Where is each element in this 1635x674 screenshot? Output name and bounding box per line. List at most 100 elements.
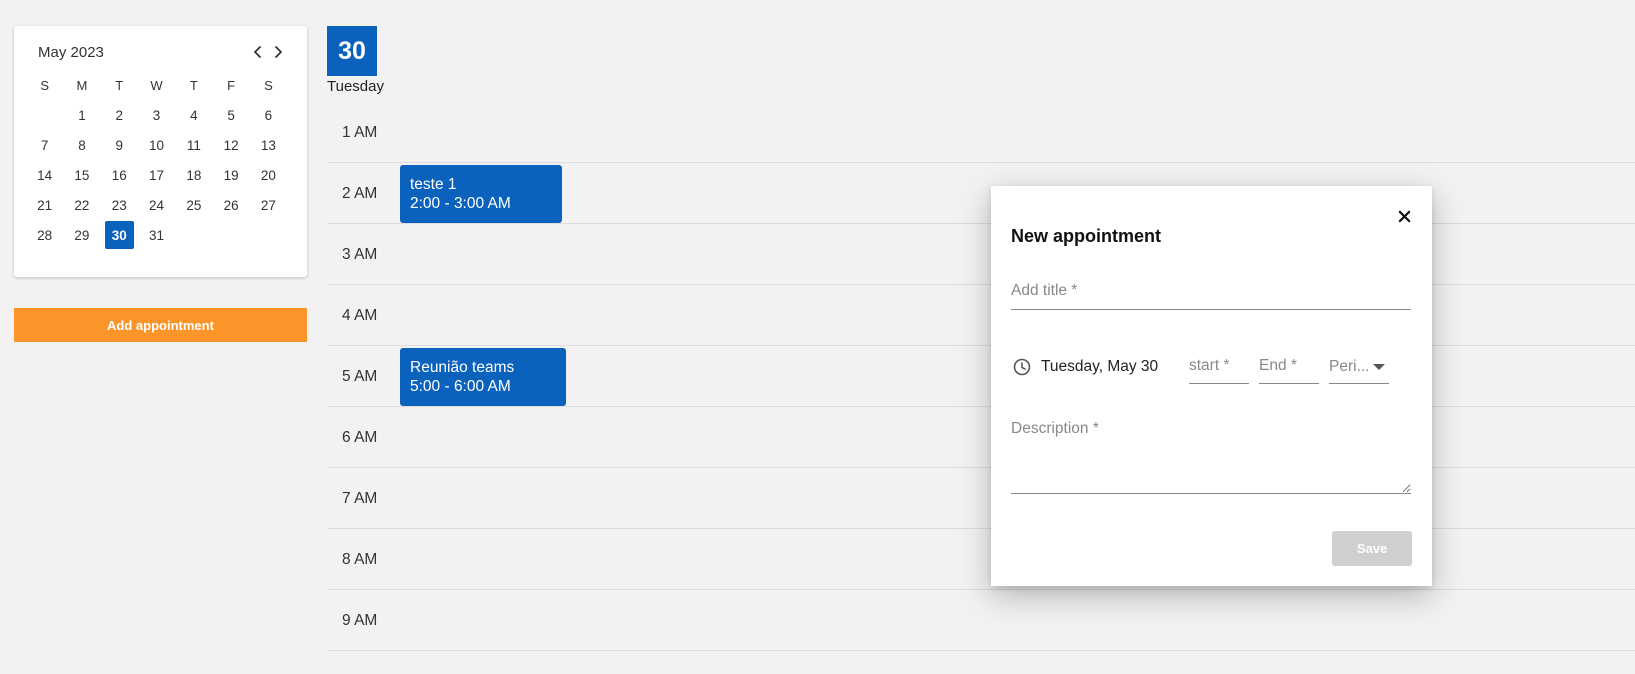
title-input[interactable] <box>1011 278 1411 310</box>
hour-label: 5 AM <box>342 368 378 385</box>
hour-label: 1 AM <box>342 124 378 141</box>
time-slot[interactable]: 8 AM <box>327 529 1635 590</box>
calendar-day[interactable]: 3 <box>138 100 175 130</box>
new-appointment-dialog: New appointment Tuesday, May 30 Peri... … <box>991 186 1432 586</box>
time-slot[interactable]: 3 AM <box>327 224 1635 285</box>
day-number-label: 8 <box>78 137 86 153</box>
calendar-day[interactable]: 21 <box>26 190 63 220</box>
calendar-day[interactable]: 15 <box>63 160 100 190</box>
calendar-day[interactable]: 5 <box>212 100 249 130</box>
day-number-label: 5 <box>227 107 235 123</box>
time-slot[interactable]: 9 AM <box>327 590 1635 651</box>
day-number-label: 4 <box>190 107 198 123</box>
day-number-label: 28 <box>37 227 53 243</box>
calendar-day[interactable]: 14 <box>26 160 63 190</box>
calendar-day[interactable]: 2 <box>101 100 138 130</box>
calendar-day[interactable]: 23 <box>101 190 138 220</box>
empty-day <box>26 100 63 130</box>
save-button[interactable]: Save <box>1332 531 1412 566</box>
appointment-card[interactable]: teste 1 2:00 - 3:00 AM <box>400 165 562 223</box>
appointment-date: Tuesday, May 30 <box>1041 358 1159 375</box>
period-placeholder: Peri... <box>1329 358 1370 375</box>
day-number-label: 3 <box>152 107 161 123</box>
appointment-card[interactable]: Reunião teams 5:00 - 6:00 AM <box>400 348 566 406</box>
mini-calendar: May 2023 S M T W T F S 1 2 3 4 5 6 7 8 9 10 11 12 13 14 15 16 1… <box>14 26 307 277</box>
empty-day <box>250 220 287 250</box>
day-number-label: 18 <box>186 167 202 183</box>
dialog-title: New appointment <box>1011 226 1162 246</box>
appointment-time: 2:00 - 3:00 AM <box>410 195 511 212</box>
calendar-day[interactable]: 7 <box>26 130 63 160</box>
day-number-label: 7 <box>40 137 49 153</box>
calendar-day[interactable]: 19 <box>212 160 249 190</box>
day-number-label: 29 <box>74 227 90 243</box>
day-number-label: 1 <box>78 107 86 123</box>
calendar-day[interactable]: 13 <box>250 130 287 160</box>
day-number-label: 24 <box>149 197 165 213</box>
weekday-label: W <box>150 77 163 93</box>
day-number[interactable]: 30 <box>327 26 377 76</box>
day-number-label: 12 <box>223 137 239 153</box>
time-slot[interactable]: 7 AM <box>327 468 1635 529</box>
period-select[interactable]: Peri... <box>1329 348 1389 384</box>
end-time-input[interactable] <box>1259 348 1319 384</box>
hour-label: 4 AM <box>342 307 378 324</box>
appointment-title: Reunião teams <box>410 359 515 376</box>
empty-day <box>212 220 249 250</box>
weekday-label: F <box>227 77 236 93</box>
day-number-label: 19 <box>223 167 239 183</box>
hour-label: 7 AM <box>342 490 378 507</box>
calendar-day[interactable]: 9 <box>101 130 138 160</box>
appointment-title: teste 1 <box>410 176 457 193</box>
calendar-day[interactable]: 8 <box>63 130 100 160</box>
day-number-label: 13 <box>260 137 276 153</box>
calendar-day[interactable]: 29 <box>63 220 100 250</box>
weekday-label: S <box>264 77 273 93</box>
day-number-label: 6 <box>264 107 273 123</box>
start-time-input[interactable] <box>1189 348 1249 384</box>
weekday-label: T <box>189 77 198 93</box>
calendar-day[interactable]: 4 <box>175 100 212 130</box>
chevron-right-icon[interactable] <box>269 43 287 61</box>
calendar-day[interactable]: 1 <box>63 100 100 130</box>
time-slot[interactable]: 4 AM <box>327 285 1635 346</box>
day-name: Tuesday <box>327 78 384 95</box>
time-slot[interactable]: 1 AM <box>327 102 1635 163</box>
calendar-day[interactable]: 28 <box>26 220 63 250</box>
calendar-day[interactable]: 24 <box>138 190 175 220</box>
chevron-left-icon[interactable] <box>249 43 267 61</box>
calendar-grid: S M T W T F S 1 2 3 4 5 6 7 8 9 10 11 12 13 14 15 16 17 18 19 20 21… <box>26 70 287 250</box>
calendar-day[interactable]: 27 <box>250 190 287 220</box>
calendar-day[interactable]: 31 <box>138 220 175 250</box>
calendar-day[interactable]: 16 <box>101 160 138 190</box>
calendar-day[interactable]: 25 <box>175 190 212 220</box>
add-appointment-button[interactable]: Add appointment <box>14 308 307 342</box>
day-number-label: 31 <box>149 227 165 243</box>
calendar-day[interactable]: 26 <box>212 190 249 220</box>
calendar-day[interactable]: 17 <box>138 160 175 190</box>
day-number-label: 11 <box>186 137 201 153</box>
hour-label: 6 AM <box>342 429 378 446</box>
day-number-label: 2 <box>115 107 123 123</box>
calendar-day[interactable]: 6 <box>250 100 287 130</box>
description-input[interactable] <box>1011 414 1411 494</box>
calendar-day[interactable]: 10 <box>138 130 175 160</box>
calendar-day[interactable]: 22 <box>63 190 100 220</box>
weekday-label: T <box>115 77 124 93</box>
day-number-label: 27 <box>260 197 276 213</box>
calendar-day[interactable]: 20 <box>250 160 287 190</box>
calendar-day[interactable]: 11 <box>175 130 212 160</box>
time-slot[interactable]: 6 AM <box>327 407 1635 468</box>
calendar-day[interactable]: 18 <box>175 160 212 190</box>
hour-label: 2 AM <box>342 185 378 202</box>
day-number-label: 16 <box>111 167 127 183</box>
day-header: 30 Tuesday <box>327 26 384 95</box>
close-icon[interactable] <box>1394 206 1414 226</box>
calendar-day-selected[interactable]: 30 <box>101 220 138 250</box>
day-number-label: 22 <box>74 197 90 213</box>
clock-icon <box>1012 357 1032 377</box>
day-number-label: 14 <box>37 167 53 183</box>
day-number-label: 23 <box>111 197 127 213</box>
calendar-day[interactable]: 12 <box>212 130 249 160</box>
hour-label: 9 AM <box>342 612 378 629</box>
